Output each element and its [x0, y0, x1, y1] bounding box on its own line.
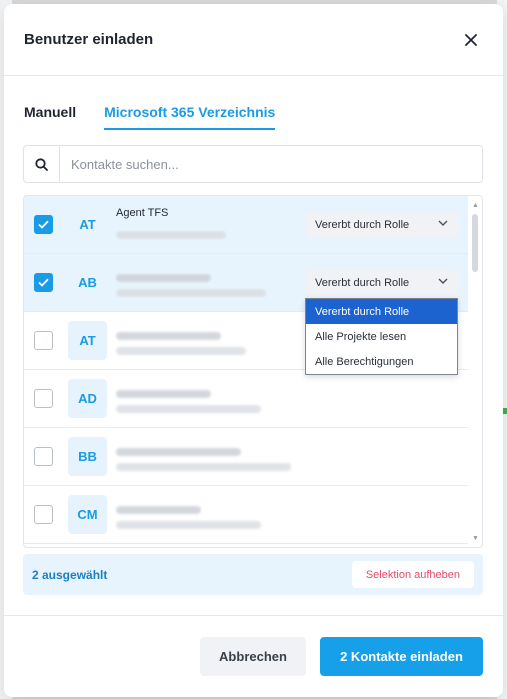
- avatar: AD: [68, 379, 107, 418]
- dialog-title: Benutzer einladen: [24, 31, 154, 48]
- invite-users-dialog: Benutzer einladen Manuell Microsoft 365 …: [4, 4, 503, 697]
- avatar: AT: [68, 321, 107, 360]
- contact-row[interactable]: AT Agent TFS Vererbt durch Rolle: [24, 196, 468, 254]
- contact-checkbox[interactable]: [34, 215, 53, 234]
- chevron-down-icon: [438, 278, 448, 284]
- scroll-down-icon[interactable]: ▼: [472, 535, 479, 542]
- selection-count: 2 ausgewählt: [32, 567, 108, 582]
- contact-checkbox[interactable]: [34, 505, 53, 524]
- role-select[interactable]: Vererbt durch Rolle: [306, 212, 458, 238]
- contact-email-redacted: [116, 226, 226, 244]
- contact-name: Agent TFS: [116, 207, 169, 219]
- contact-email-redacted: [116, 516, 261, 534]
- avatar: BB: [68, 437, 107, 476]
- avatar: AB: [78, 275, 97, 290]
- contact-row[interactable]: CM: [24, 486, 468, 544]
- tab-microsoft-365[interactable]: Microsoft 365 Verzeichnis: [104, 104, 276, 130]
- dialog-footer: Abbrechen 2 Kontakte einladen: [4, 615, 503, 697]
- search-input[interactable]: [60, 156, 460, 172]
- cancel-button[interactable]: Abbrechen: [200, 637, 306, 676]
- contact-search: [23, 145, 483, 183]
- list-scrollbar[interactable]: ▲ ▼: [470, 202, 480, 542]
- contact-row[interactable]: AD: [24, 370, 468, 428]
- role-option-vererbt[interactable]: Vererbt durch Rolle: [306, 299, 457, 324]
- role-dropdown-menu: Vererbt durch Rolle Alle Projekte lesen …: [305, 298, 458, 375]
- avatar: CM: [68, 495, 107, 534]
- selection-bar: 2 ausgewählt Selektion aufheben: [23, 554, 483, 595]
- role-option-alle-berechtigungen[interactable]: Alle Berechtigungen: [306, 349, 457, 374]
- contact-email-redacted: [116, 458, 291, 476]
- role-select-value: Vererbt durch Rolle: [315, 219, 410, 231]
- scroll-up-icon[interactable]: ▲: [472, 202, 479, 209]
- dialog-header: Benutzer einladen: [4, 4, 503, 76]
- contact-checkbox[interactable]: [34, 331, 53, 350]
- contact-email-redacted: [116, 342, 246, 360]
- contact-checkbox[interactable]: [34, 447, 53, 466]
- role-select[interactable]: Vererbt durch Rolle: [306, 270, 458, 296]
- contact-checkbox[interactable]: [34, 273, 53, 292]
- search-icon: [24, 146, 60, 182]
- contact-row[interactable]: BB: [24, 428, 468, 486]
- close-icon[interactable]: [459, 28, 483, 52]
- tab-bar: Manuell Microsoft 365 Verzeichnis: [24, 104, 276, 130]
- avatar: AT: [79, 217, 96, 232]
- contact-checkbox[interactable]: [34, 389, 53, 408]
- contact-email-redacted: [116, 284, 266, 302]
- chevron-down-icon: [438, 220, 448, 226]
- scroll-thumb[interactable]: [472, 214, 478, 272]
- clear-selection-button[interactable]: Selektion aufheben: [351, 561, 474, 588]
- tab-manuell[interactable]: Manuell: [24, 104, 76, 130]
- role-select-value: Vererbt durch Rolle: [315, 277, 410, 289]
- invite-contacts-button[interactable]: 2 Kontakte einladen: [320, 637, 483, 676]
- role-option-projekte-lesen[interactable]: Alle Projekte lesen: [306, 324, 457, 349]
- contact-email-redacted: [116, 400, 261, 418]
